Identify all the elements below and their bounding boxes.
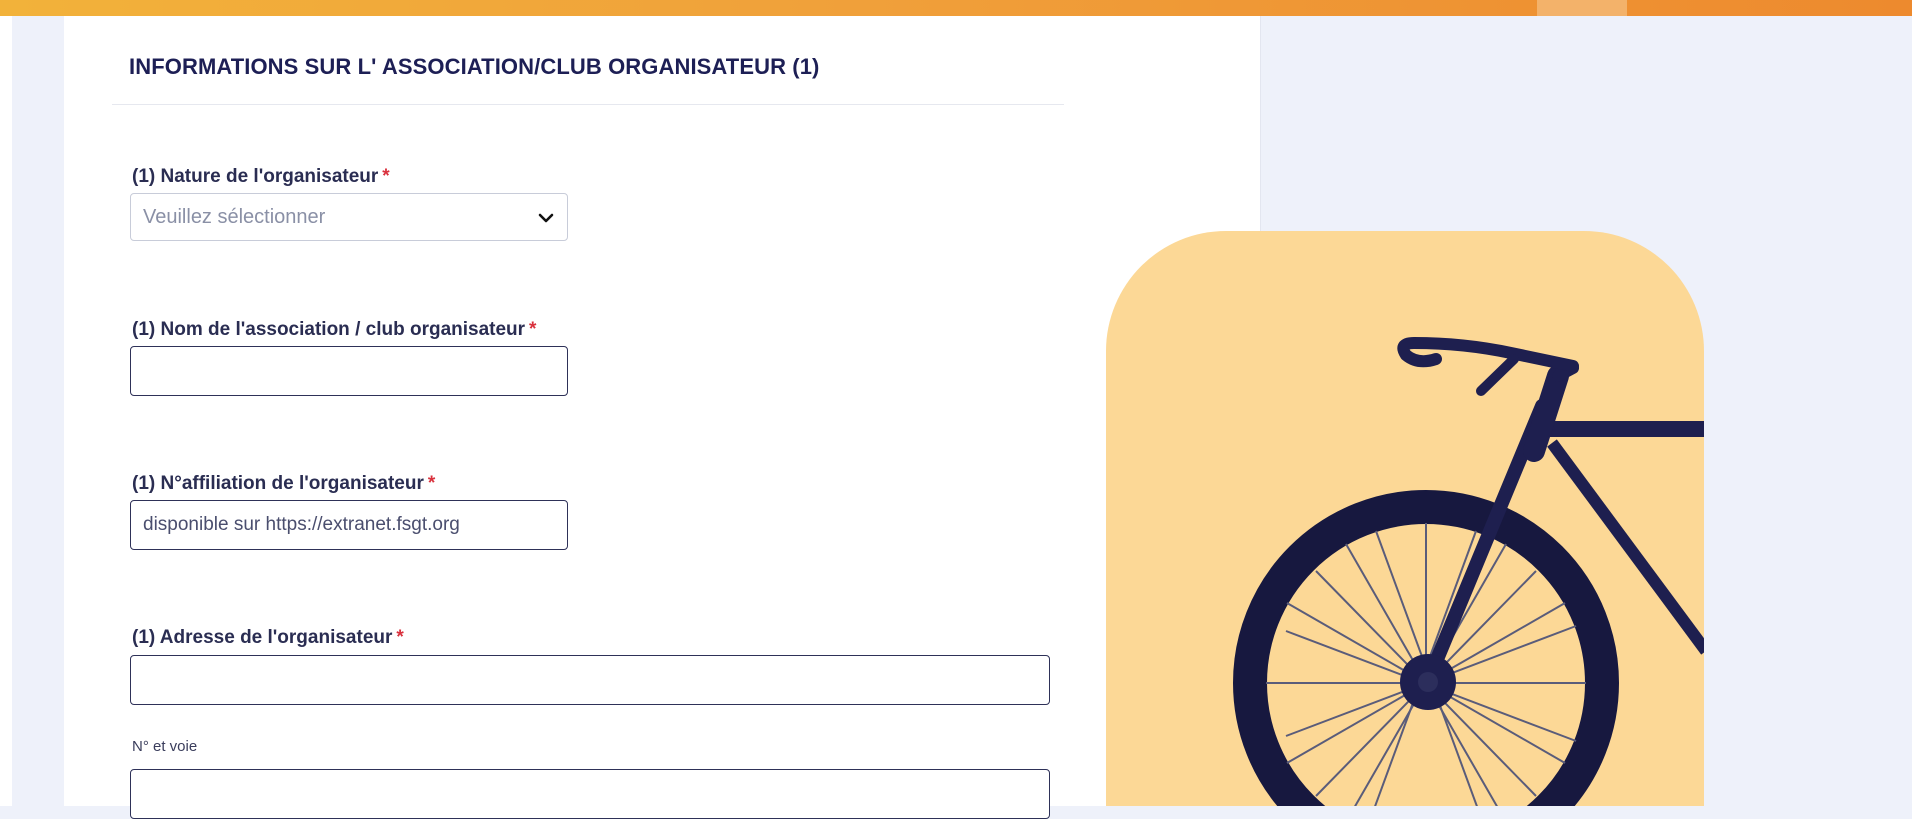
affiliation-label: (1) N°affiliation de l'organisateur * [132,473,435,495]
left-gutter [12,16,64,806]
affiliation-input[interactable] [130,500,568,550]
left-strip [0,16,12,806]
top-accent-bar [0,0,1912,16]
address-label-text: (1) Adresse de l'organisateur [132,627,393,648]
required-mark: * [396,627,404,648]
address-street-input[interactable] [130,655,1050,705]
chevron-down-icon [538,213,554,223]
bicycle-illustration [1106,231,1704,806]
section-divider [112,104,1064,105]
section-title: INFORMATIONS SUR L' ASSOCIATION/CLUB ORG… [129,54,820,79]
nature-select[interactable]: Veuillez sélectionner [130,193,568,241]
form-panel: INFORMATIONS SUR L' ASSOCIATION/CLUB ORG… [64,16,1261,819]
address-line2-input[interactable] [130,769,1050,819]
club-name-label: (1) Nom de l'association / club organisa… [132,319,536,341]
required-mark: * [529,319,537,340]
bicycle-icon [1233,336,1704,806]
top-bar-segment [1537,0,1627,16]
address-label: (1) Adresse de l'organisateur * [132,627,404,649]
required-mark: * [382,166,390,187]
nature-label: (1) Nature de l'organisateur * [132,166,390,188]
address-help-text: N° et voie [132,738,198,755]
nature-select-placeholder: Veuillez sélectionner [143,206,326,228]
nature-label-text: (1) Nature de l'organisateur [132,166,379,187]
club-name-input[interactable] [130,346,568,396]
required-mark: * [427,473,436,494]
club-name-label-text: (1) Nom de l'association / club organisa… [132,319,526,340]
affiliation-label-text: (1) N°affiliation de l'organisateur [132,473,424,494]
